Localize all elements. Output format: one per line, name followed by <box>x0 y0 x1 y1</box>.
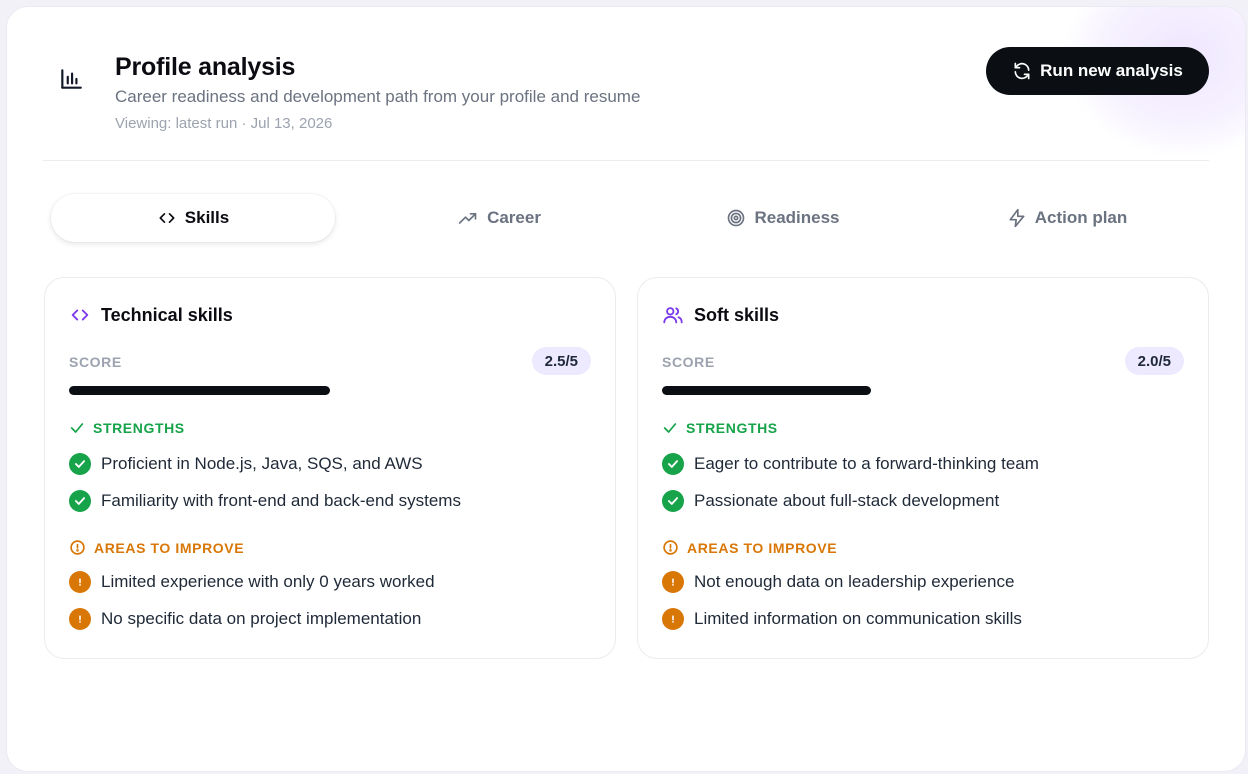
strengths-heading: STRENGTHS <box>662 420 778 436</box>
score-label: SCORE <box>69 354 122 370</box>
strength-text: Familiarity with front-end and back-end … <box>101 491 461 510</box>
strength-item: Proficient in Node.js, Java, SQS, and AW… <box>69 453 423 475</box>
strength-text: Passionate about full-stack development <box>694 491 1000 510</box>
improve-item: Not enough data on leadership experience <box>662 571 1014 593</box>
card-header: Soft skills <box>662 304 779 326</box>
check-circle-icon <box>662 453 684 475</box>
tab-readiness[interactable]: Readiness <box>641 194 925 242</box>
score-bar <box>662 386 1184 395</box>
header-divider <box>43 160 1209 161</box>
tab-skills-label: Skills <box>184 208 230 227</box>
users-icon <box>663 307 683 324</box>
alert-circle-icon <box>663 540 678 555</box>
run-new-analysis-label: Run new analysis <box>1040 61 1183 80</box>
strength-item: Familiarity with front-end and back-end … <box>69 490 461 512</box>
score-bar <box>69 386 591 395</box>
target-icon <box>728 209 745 227</box>
run-meta: Viewing: latest run · Jul 13, 2026 <box>115 115 333 132</box>
alert-circle-icon <box>70 540 85 555</box>
improve-text: No specific data on project implementati… <box>101 609 422 628</box>
improve-item: Limited information on communication ski… <box>662 608 1022 630</box>
check-circle-icon <box>69 453 91 475</box>
refresh-icon <box>1014 62 1030 80</box>
alert-dot-icon <box>662 608 684 630</box>
lightning-icon <box>1009 208 1025 228</box>
improve-heading: AREAS TO IMPROVE <box>69 539 244 556</box>
score-bar-fill <box>69 386 330 395</box>
app-frame: Profile analysis Career readiness and de… <box>6 6 1246 772</box>
soft-skills-card: Soft skills SCORE 2.0/5 STRENGTHS Eager … <box>637 277 1209 659</box>
card-title: Soft skills <box>694 304 780 325</box>
strength-text: Proficient in Node.js, Java, SQS, and AW… <box>101 454 423 473</box>
tab-career-label: Career <box>487 208 541 227</box>
page-subtitle: Career readiness and development path fr… <box>115 87 641 106</box>
tab-bar: Skills Career Readiness Action plan <box>45 192 1209 244</box>
page-title: Profile analysis <box>115 53 296 81</box>
card-title: Technical skills <box>101 304 233 325</box>
tab-career[interactable]: Career <box>357 194 641 242</box>
improve-heading-label: AREAS TO IMPROVE <box>687 539 838 556</box>
tab-readiness-label: Readiness <box>754 208 840 227</box>
score-badge: 2.5/5 <box>531 347 591 375</box>
improve-text: Limited experience with only 0 years wor… <box>101 572 435 591</box>
code-icon <box>159 213 175 223</box>
technical-skills-card: Technical skills SCORE 2.5/5 STRENGTHS P… <box>44 277 616 659</box>
trending-up-icon <box>458 213 477 224</box>
strength-text: Eager to contribute to a forward-thinkin… <box>694 454 1039 473</box>
improve-text: Limited information on communication ski… <box>694 609 1022 628</box>
run-new-analysis-button[interactable]: Run new analysis <box>986 47 1209 95</box>
tab-action-plan-label: Action plan <box>1034 208 1128 227</box>
check-icon <box>663 423 677 433</box>
tab-action-plan[interactable]: Action plan <box>925 194 1209 242</box>
check-icon <box>70 423 84 433</box>
score-label: SCORE <box>662 354 715 370</box>
tab-skills[interactable]: Skills <box>51 194 335 242</box>
strengths-heading: STRENGTHS <box>69 420 185 436</box>
strength-item: Passionate about full-stack development <box>662 490 999 512</box>
alert-dot-icon <box>69 571 91 593</box>
code-icon <box>71 309 89 321</box>
card-header: Technical skills <box>69 304 233 326</box>
improve-item: Limited experience with only 0 years wor… <box>69 571 435 593</box>
score-bar-fill <box>662 386 871 395</box>
strength-item: Eager to contribute to a forward-thinkin… <box>662 453 1039 475</box>
improve-heading-label: AREAS TO IMPROVE <box>94 539 245 556</box>
improve-heading: AREAS TO IMPROVE <box>662 539 837 556</box>
score-badge: 2.0/5 <box>1124 347 1184 375</box>
improve-text: Not enough data on leadership experience <box>694 572 1015 591</box>
alert-dot-icon <box>69 608 91 630</box>
check-circle-icon <box>69 490 91 512</box>
improve-item: No specific data on project implementati… <box>69 608 421 630</box>
alert-dot-icon <box>662 571 684 593</box>
strengths-heading-label: STRENGTHS <box>93 420 185 436</box>
strengths-heading-label: STRENGTHS <box>686 420 778 436</box>
bar-chart-icon <box>57 65 85 93</box>
check-circle-icon <box>662 490 684 512</box>
